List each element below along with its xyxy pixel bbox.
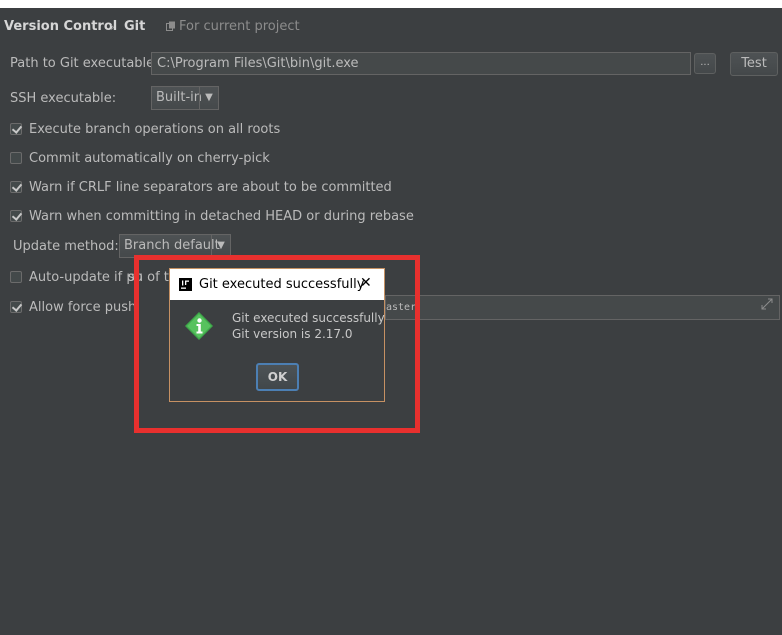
force-push-label: Allow force push [29,300,137,315]
dialog-title: Git executed successfully [199,277,365,292]
info-icon [184,311,214,345]
breadcrumb-section[interactable]: Version Control [4,19,117,34]
option-label: Execute branch operations on all roots [29,122,281,137]
git-path-field[interactable]: C:\Program Files\Git\bin\git.exe [151,52,691,75]
checkbox-allow-force-push[interactable] [10,301,22,313]
scope-label: For current project [179,19,300,34]
intellij-app-icon [179,278,192,295]
auto-update-label: Auto-update if pu [29,270,143,285]
ssh-select-value: Built-in [156,90,203,105]
option-label: Warn if CRLF line separators are about t… [29,180,392,195]
browse-button[interactable]: ... [694,53,716,74]
checkbox-auto-commit-cherry-pick[interactable] [10,152,22,164]
git-success-dialog: Git executed successfully ✕ Git executed… [169,268,385,402]
checkbox-auto-update[interactable] [10,271,22,283]
test-button[interactable]: Test [730,52,778,76]
expand-icon[interactable] [761,296,773,319]
window-top-strip [0,0,782,8]
ssh-label: SSH executable: [10,91,117,106]
ssh-select[interactable]: Built-in ▼ [151,86,219,110]
dialog-title-bar: Git executed successfully ✕ [170,269,384,300]
option-label: Commit automatically on cherry-pick [29,151,270,166]
checkbox-warn-crlf[interactable] [10,181,22,193]
breadcrumb-separator: › [110,20,115,34]
checkbox-branch-ops-all-roots[interactable] [10,123,22,135]
protected-branches-field[interactable]: aster [385,295,780,320]
checkbox-warn-detached-head[interactable] [10,210,22,222]
git-path-label: Path to Git executable: [10,56,159,71]
scope-icon [166,21,176,36]
breadcrumb-page: Git [124,19,146,34]
update-method-value: Branch default [124,238,220,253]
chevron-down-icon: ▼ [211,235,230,257]
dialog-message-line2: Git version is 2.17.0 [232,327,353,341]
close-icon[interactable]: ✕ [360,275,372,291]
ok-button[interactable]: OK [256,363,299,391]
dialog-message-line1: Git executed successfully [232,311,385,325]
chevron-down-icon: ▼ [199,87,218,109]
update-method-label: Update method: [13,239,119,254]
option-label: Warn when committing in detached HEAD or… [29,209,414,224]
